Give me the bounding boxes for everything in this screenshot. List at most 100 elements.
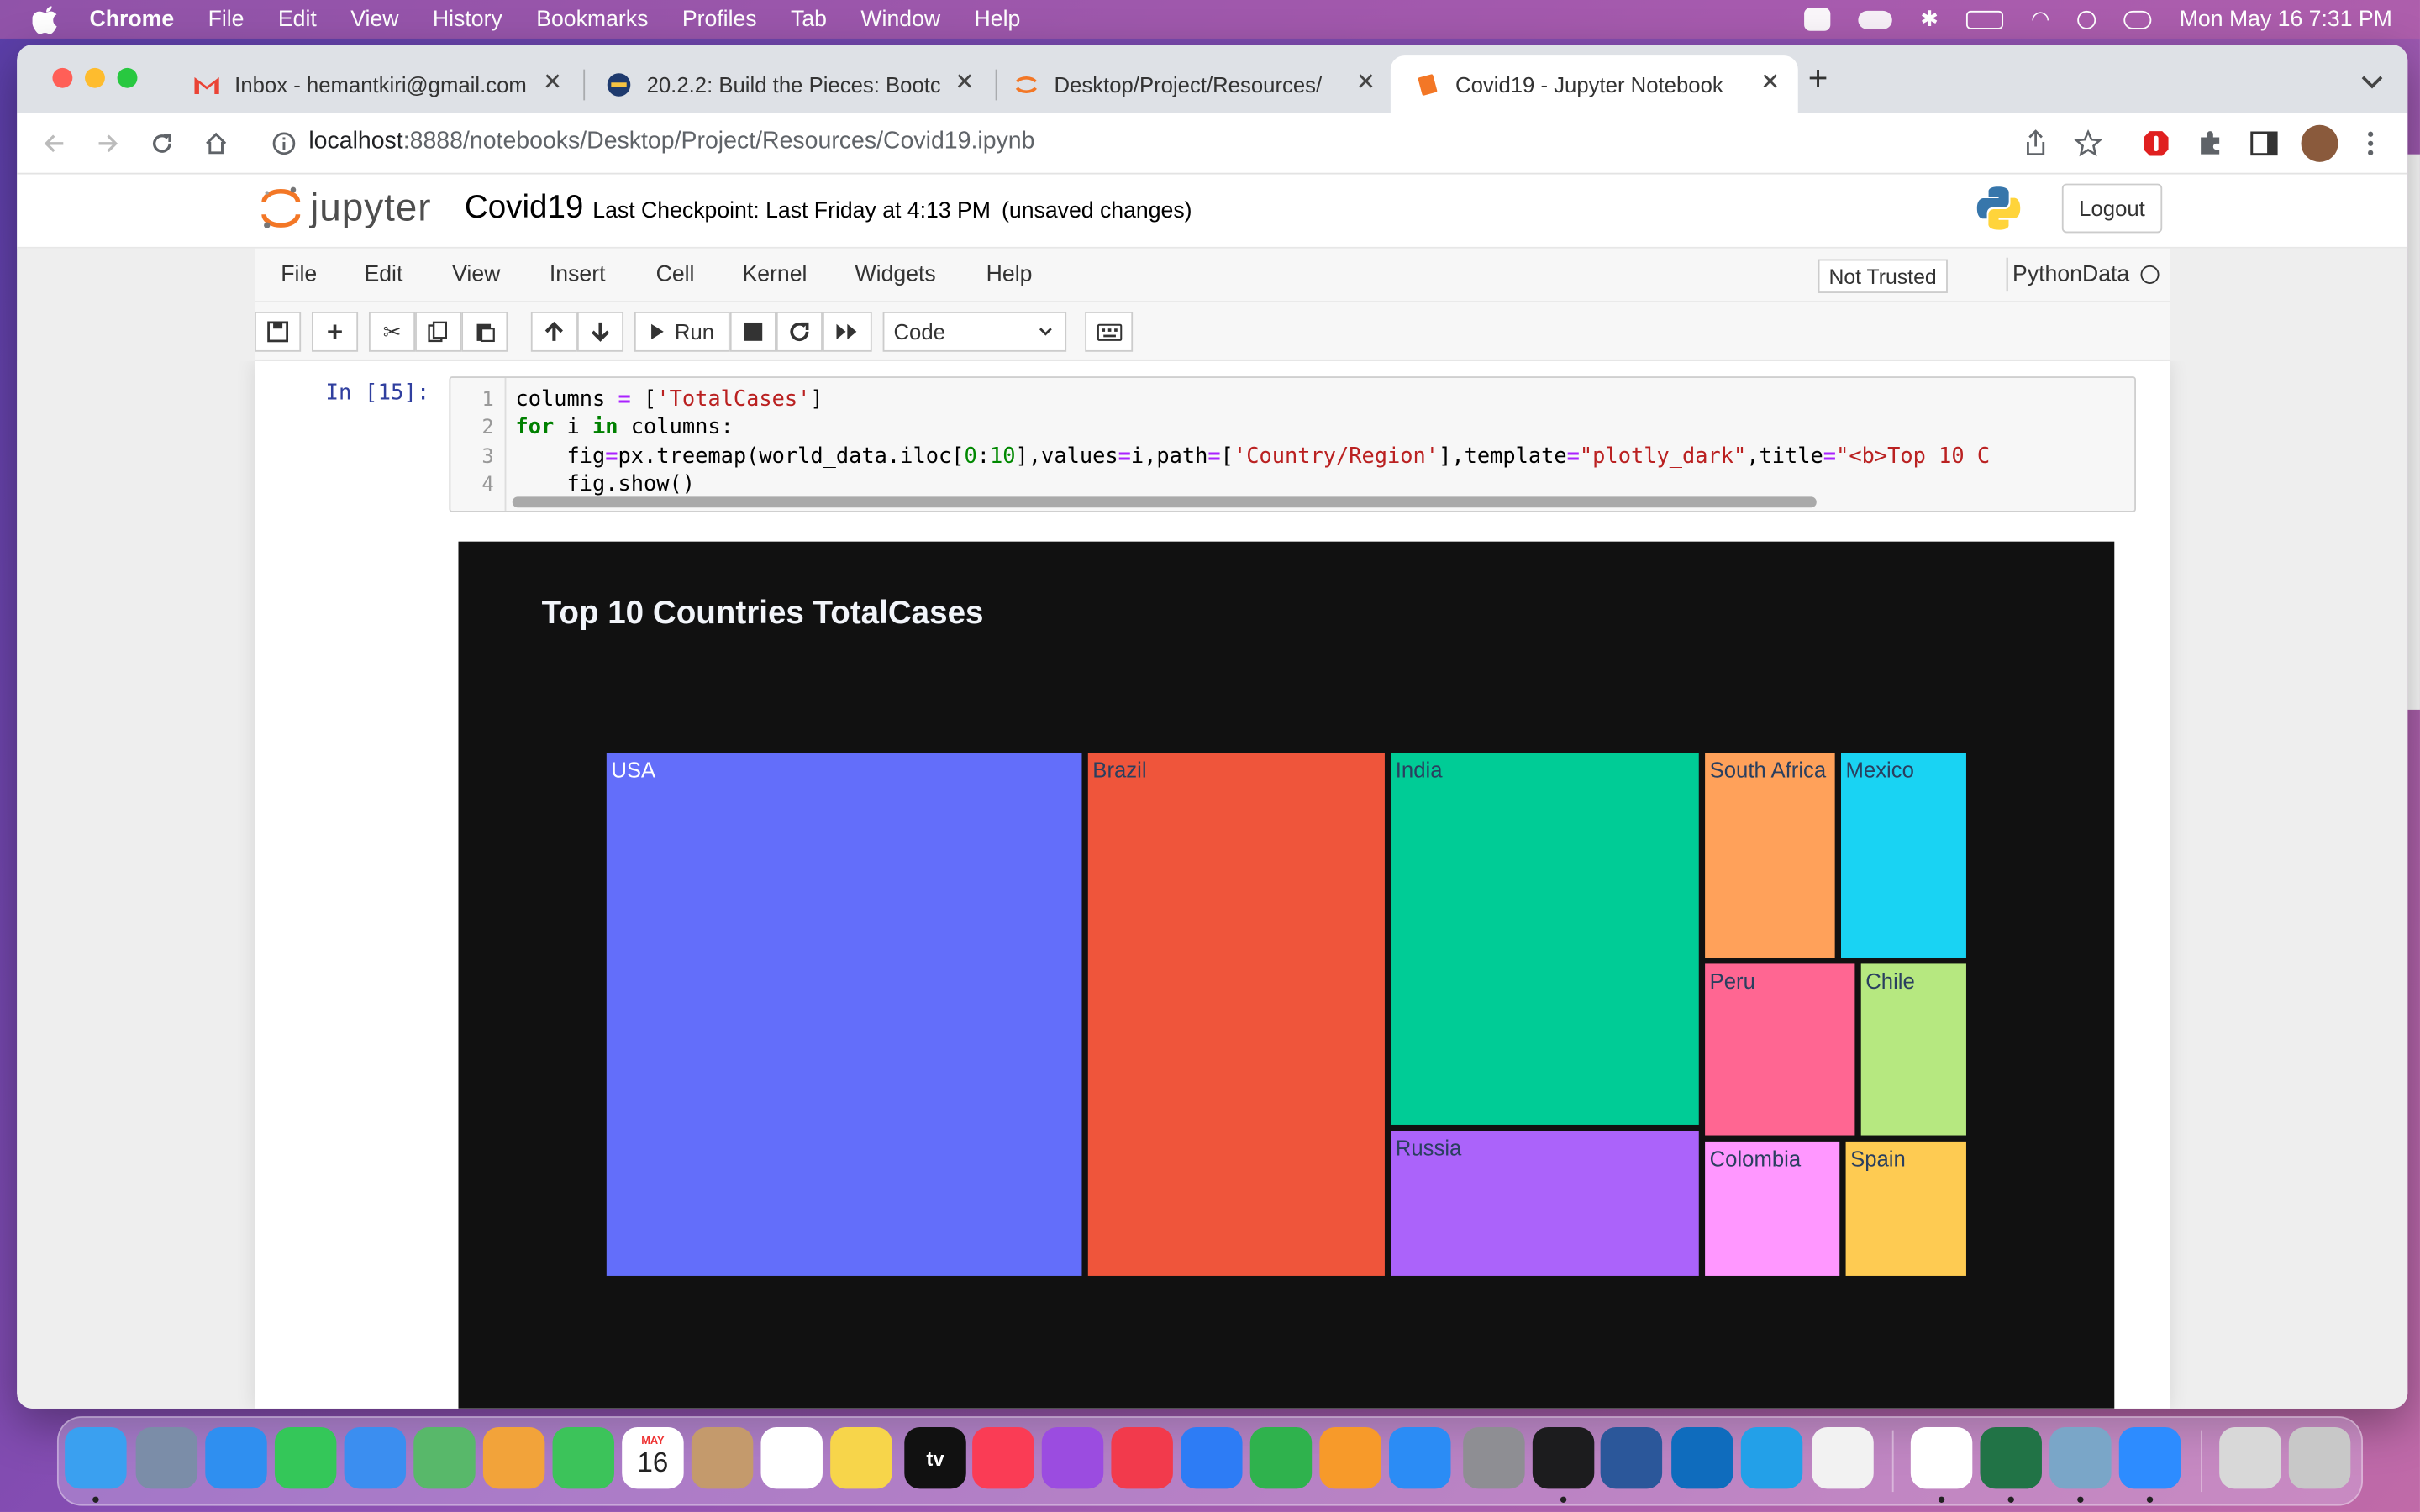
tab-search-chevron-icon[interactable] — [2361, 70, 2383, 89]
extensions-puzzle-icon[interactable] — [2195, 128, 2226, 159]
close-tab-icon[interactable]: ✕ — [540, 71, 565, 95]
copy-icon[interactable] — [415, 312, 462, 352]
menubar-bookmarks[interactable]: Bookmarks — [536, 7, 648, 31]
outlook-icon[interactable] — [1671, 1426, 1733, 1489]
tab-jupyter-tree[interactable]: Desktop/Project/Resources/ ✕ — [998, 55, 1393, 113]
close-window-button[interactable] — [52, 67, 73, 88]
photos-icon[interactable] — [482, 1426, 545, 1489]
jmenu-view[interactable]: View — [452, 262, 500, 286]
zoom-window-button[interactable] — [117, 67, 138, 88]
menubar-history[interactable]: History — [433, 7, 502, 31]
contacts-icon[interactable] — [691, 1426, 754, 1489]
menubar-clock[interactable]: Mon May 16 7:31 PM — [2180, 7, 2392, 31]
reload-icon[interactable] — [146, 128, 177, 159]
active-app-name[interactable]: Chrome — [90, 7, 175, 31]
screen-record-icon[interactable] — [1804, 8, 1831, 31]
bluetooth-icon[interactable]: ✱ — [1920, 6, 1939, 32]
cut-icon[interactable]: ✂ — [368, 312, 416, 352]
home-icon[interactable] — [201, 128, 232, 159]
run-button[interactable]: Run — [634, 312, 730, 352]
control-center-icon[interactable] — [2123, 9, 2152, 29]
notes-icon[interactable] — [830, 1426, 892, 1489]
not-trusted-button[interactable]: Not Trusted — [1818, 259, 1948, 293]
move-up-icon[interactable] — [530, 312, 577, 352]
excel-icon[interactable] — [1980, 1426, 2042, 1489]
side-panel-icon[interactable] — [2249, 128, 2280, 159]
forward-icon[interactable] — [92, 128, 124, 159]
terminal-icon[interactable] — [1532, 1426, 1595, 1489]
jmenu-insert[interactable]: Insert — [550, 262, 606, 286]
interrupt-icon[interactable] — [729, 312, 776, 352]
podcasts-icon[interactable] — [1041, 1426, 1104, 1489]
tab-bootcamp[interactable]: 20.2.2: Build the Pieces: Bootc ✕ — [588, 55, 992, 113]
messages-icon[interactable] — [274, 1426, 337, 1489]
treemap-tile-brazil[interactable] — [1087, 753, 1385, 1276]
restart-run-all-icon[interactable] — [822, 312, 872, 352]
kernel-name[interactable]: PythonData — [2012, 262, 2129, 286]
new-tab-icon[interactable]: + — [1802, 61, 1833, 96]
music-icon[interactable] — [972, 1426, 1034, 1489]
treemap-tile-south-africa[interactable] — [1705, 753, 1835, 958]
logout-button[interactable]: Logout — [2061, 183, 2163, 234]
insert-cell-icon[interactable]: + — [312, 312, 359, 352]
paste-icon[interactable] — [461, 312, 508, 352]
safari-icon[interactable] — [205, 1426, 267, 1489]
code-cell-editor[interactable]: 1 2 3 4 columns = ['TotalCases'] for i i… — [449, 376, 2136, 512]
zoom-icon[interactable] — [2118, 1426, 2181, 1489]
reminders-icon[interactable] — [760, 1426, 823, 1489]
postgres-icon[interactable] — [2049, 1426, 2112, 1489]
spotlight-icon[interactable] — [2077, 9, 2096, 29]
profile-avatar[interactable] — [2301, 124, 2338, 162]
chrome-icon[interactable] — [1910, 1426, 1973, 1489]
notebook-name[interactable]: Covid19 — [465, 190, 584, 227]
tab-gmail[interactable]: Inbox - hemantkiri@gmail.com ✕ — [176, 55, 580, 113]
chrome-menu-icon[interactable] — [2355, 128, 2386, 159]
keyboard-shortcuts-icon[interactable] — [1085, 312, 1134, 352]
jmenu-edit[interactable]: Edit — [364, 262, 402, 286]
cloud-icon[interactable] — [1858, 9, 1893, 29]
menubar-help[interactable]: Help — [975, 7, 1021, 31]
tab-covid19-notebook[interactable]: Covid19 - Jupyter Notebook ✕ — [1390, 55, 1798, 113]
share-icon[interactable] — [2020, 128, 2051, 159]
back-icon[interactable] — [39, 128, 70, 159]
documents-icon[interactable] — [2219, 1426, 2281, 1489]
wifi-icon[interactable]: ◠ — [2031, 6, 2049, 32]
keynote-icon[interactable] — [1181, 1426, 1243, 1489]
jupyter-logo[interactable]: jupyter — [260, 184, 431, 234]
facetime-icon[interactable] — [552, 1426, 615, 1489]
treemap-tile-mexico[interactable] — [1840, 753, 1966, 958]
appstore-icon[interactable] — [1389, 1426, 1451, 1489]
apple-icon[interactable] — [31, 5, 59, 34]
launchpad-icon[interactable] — [135, 1426, 198, 1489]
numbers-icon[interactable] — [1249, 1426, 1313, 1489]
mail-icon[interactable] — [344, 1426, 407, 1489]
menubar-file[interactable]: File — [208, 7, 245, 31]
jmenu-cell[interactable]: Cell — [656, 262, 695, 286]
settings-icon[interactable] — [1463, 1426, 1525, 1489]
maps-icon[interactable] — [413, 1426, 476, 1489]
pages-icon[interactable] — [1319, 1426, 1381, 1489]
jmenu-file[interactable]: File — [281, 262, 317, 286]
minimize-window-button[interactable] — [85, 67, 105, 88]
treemap-tile-usa[interactable] — [606, 753, 1082, 1276]
news-icon[interactable] — [1111, 1426, 1173, 1489]
horizontal-scrollbar[interactable] — [512, 496, 1817, 508]
vscode-icon[interactable] — [1740, 1426, 1803, 1489]
bookmark-star-icon[interactable] — [2073, 128, 2104, 159]
battery-icon[interactable] — [1965, 9, 2003, 29]
treemap-tile-india[interactable] — [1391, 753, 1699, 1125]
finder-icon[interactable] — [65, 1426, 127, 1489]
menubar-profiles[interactable]: Profiles — [682, 7, 757, 31]
save-icon[interactable] — [255, 312, 302, 352]
jmenu-widgets[interactable]: Widgets — [855, 262, 936, 286]
menubar-view[interactable]: View — [350, 7, 398, 31]
address-bar[interactable]: localhost:8888/notebooks/Desktop/Project… — [308, 128, 1034, 155]
restart-icon[interactable] — [776, 312, 823, 352]
menubar-tab[interactable]: Tab — [791, 7, 827, 31]
adblock-extension-icon[interactable] — [2141, 128, 2172, 159]
jmenu-help[interactable]: Help — [986, 262, 1033, 286]
menubar-edit[interactable]: Edit — [278, 7, 317, 31]
menubar-window[interactable]: Window — [860, 7, 940, 31]
tv-icon[interactable]: tv — [904, 1426, 966, 1489]
close-tab-icon[interactable]: ✕ — [952, 71, 976, 95]
